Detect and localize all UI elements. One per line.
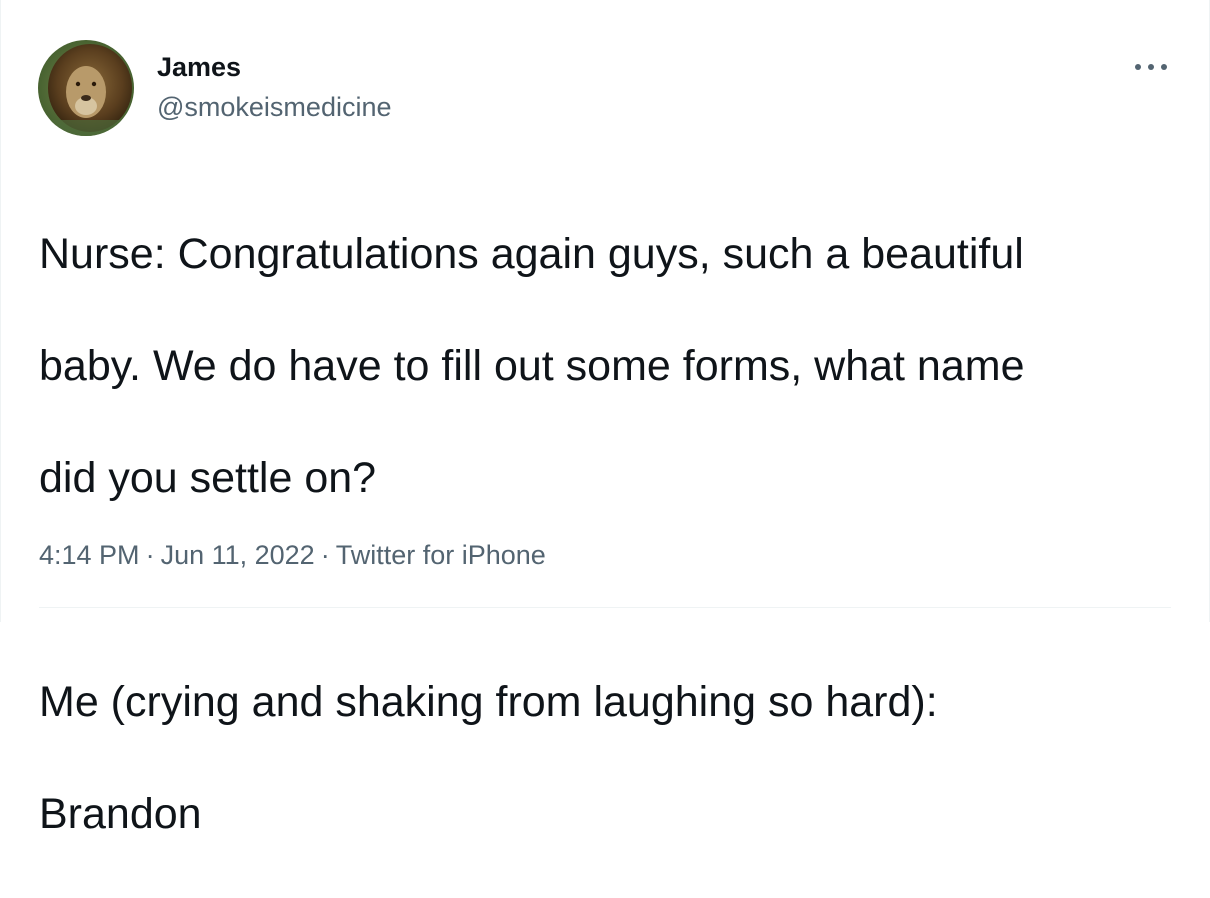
lion-avatar-icon bbox=[38, 40, 134, 136]
more-options-button[interactable] bbox=[1131, 52, 1171, 82]
tweet-source-link[interactable]: Twitter for iPhone bbox=[336, 540, 546, 570]
tweet-text-line: Nurse: Congratulations again guys, such … bbox=[39, 230, 1024, 278]
meta-separator: · bbox=[145, 540, 155, 570]
tweet-text-line: Brandon bbox=[39, 790, 202, 838]
tweet-text-line: Me (crying and shaking from laughing so … bbox=[39, 678, 938, 726]
author-avatar[interactable] bbox=[38, 40, 134, 136]
tweet-card: James @smokeismedicine Nurse: Congratula… bbox=[0, 0, 1210, 838]
meta-separator: · bbox=[320, 540, 330, 570]
more-dot bbox=[1148, 64, 1154, 70]
more-dot bbox=[1161, 64, 1167, 70]
tweet-date-link[interactable]: Jun 11, 2022 bbox=[161, 540, 315, 570]
tweet-text-line: baby. We do have to fill out some forms,… bbox=[39, 342, 1025, 390]
tweet-time-link[interactable]: 4:14 PM bbox=[39, 540, 140, 570]
tweet-meta: 4:14 PM · Jun 11, 2022 · Twitter for iPhone bbox=[39, 537, 546, 573]
more-horizontal-icon bbox=[1135, 64, 1141, 70]
divider bbox=[39, 607, 1171, 608]
tweet-text-line: did you settle on? bbox=[39, 454, 377, 502]
author-handle[interactable]: @smokeismedicine bbox=[157, 90, 391, 124]
tweet-text: Nurse: Congratulations again guys, such … bbox=[39, 170, 1149, 898]
author-display-name[interactable]: James bbox=[157, 50, 241, 84]
